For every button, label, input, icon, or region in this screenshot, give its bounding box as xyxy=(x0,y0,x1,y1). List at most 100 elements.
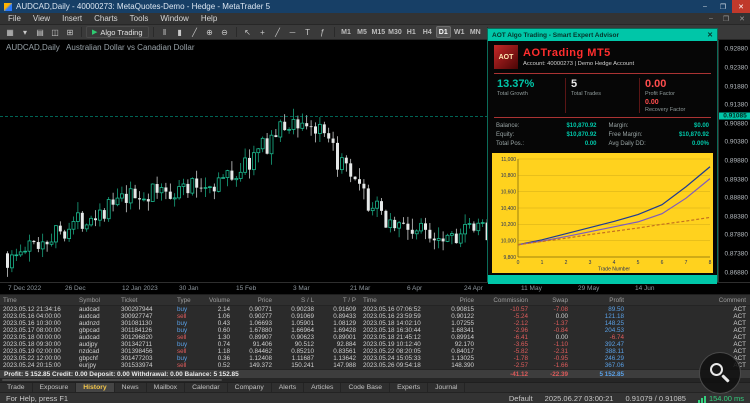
column-header-price[interactable]: Price xyxy=(436,297,478,304)
cell-volume: 0.60 xyxy=(217,327,230,334)
table-row[interactable]: 2023.05.19 02:00:00 nzdcad 301398456 sell 1.… xyxy=(0,348,750,355)
cursor-icon[interactable]: ↖ xyxy=(241,26,255,38)
column-header-ticket[interactable]: Ticket xyxy=(118,297,174,304)
column-header-profit[interactable]: Profit xyxy=(572,297,628,304)
tab-exposure[interactable]: Exposure xyxy=(33,383,77,392)
tab-news[interactable]: News xyxy=(115,383,147,392)
menu-item-window[interactable]: Window xyxy=(154,13,194,24)
table-row[interactable]: 2023.05.18 09:30:00 audjpy 301342711 buy 0.7… xyxy=(0,341,750,348)
tab-articles[interactable]: Articles xyxy=(304,383,342,392)
crosshair-icon[interactable]: + xyxy=(256,26,270,38)
column-header-tp[interactable]: T / P xyxy=(318,297,360,304)
table-row[interactable]: 2023.05.18 00:00:00 audcad 301296820 sell 1.… xyxy=(0,334,750,341)
tab-history[interactable]: History xyxy=(76,383,115,392)
timeframe-m5[interactable]: M5 xyxy=(355,26,370,38)
column-header-commission[interactable]: Commission xyxy=(478,297,532,304)
column-header-volume[interactable]: Volume xyxy=(200,297,234,304)
navigator-toggle-icon[interactable]: ⊞ xyxy=(63,26,77,38)
svg-text:8: 8 xyxy=(709,260,712,266)
tab-experts[interactable]: Experts xyxy=(390,383,429,392)
line-chart-icon[interactable]: ╱ xyxy=(188,26,202,38)
ea-panel-header[interactable]: AOT Algo Trading - Smart Expert Advisor … xyxy=(488,29,717,41)
timeframe-m15[interactable]: M15 xyxy=(371,26,387,38)
candle-chart-icon[interactable]: ▮ xyxy=(173,26,187,38)
window-maximize-button[interactable]: ❐ xyxy=(714,0,732,13)
column-header-sl[interactable]: S / L xyxy=(276,297,318,304)
timeframe-m1[interactable]: M1 xyxy=(339,26,354,38)
tab-company[interactable]: Company xyxy=(228,383,272,392)
table-row[interactable]: 2023.05.22 12:00:00 gbpchf 301477203 buy 0.3… xyxy=(0,355,750,362)
table-row[interactable]: 2023.05.17 08:00:00 gbpcad 301184126 buy 0.6… xyxy=(0,327,750,334)
window-close-button[interactable]: ✕ xyxy=(732,0,750,13)
column-header-price[interactable]: Price xyxy=(234,297,276,304)
timeframe-h1[interactable]: H1 xyxy=(404,26,419,38)
chart-close-button[interactable]: ✕ xyxy=(734,15,750,23)
cell-swap: -1.37 xyxy=(553,320,568,327)
table-row[interactable]: 2023.05.16 10:30:00 audnzd 301081130 buy 0.4… xyxy=(0,320,750,327)
ea-info-label: Free Margin: xyxy=(608,132,643,138)
tab-journal[interactable]: Journal xyxy=(428,383,466,392)
toolbox-toggle-icon[interactable]: ◫ xyxy=(48,26,62,38)
bar-chart-icon[interactable]: ǁ xyxy=(158,26,172,38)
column-header-symbol[interactable]: Symbol xyxy=(76,297,118,304)
algo-trading-button[interactable]: ▶ Algo Trading xyxy=(86,26,149,38)
price-scale[interactable]: 0.92880 0.92380 0.91880 0.91380 0.90880 0.903… xyxy=(718,40,750,282)
tab-calendar[interactable]: Calendar xyxy=(185,383,228,392)
ea-footer-bar xyxy=(488,275,717,284)
tab-alerts[interactable]: Alerts xyxy=(272,383,305,392)
timeframe-mn[interactable]: MN xyxy=(468,26,483,38)
ea-stat-extra-value: 0.00 xyxy=(645,99,659,106)
horizontal-line-icon[interactable]: ─ xyxy=(286,26,300,38)
zoom-in-icon[interactable]: ⊕ xyxy=(203,26,217,38)
column-header-comment[interactable]: Comment xyxy=(628,297,750,304)
menu-item-view[interactable]: View xyxy=(27,13,56,24)
menu-item-tools[interactable]: Tools xyxy=(124,13,155,24)
text-label-icon[interactable]: T xyxy=(301,26,315,38)
svg-text:10,000: 10,000 xyxy=(501,238,517,244)
chart-dropdown-icon[interactable]: ▾ xyxy=(18,26,32,38)
trendline-icon[interactable]: ╱ xyxy=(271,26,285,38)
timeframe-w1[interactable]: W1 xyxy=(452,26,467,38)
zoom-overlay-button[interactable] xyxy=(699,352,741,394)
fibonacci-icon[interactable]: ƒ xyxy=(316,26,330,38)
profiles-icon[interactable]: ▤ xyxy=(33,26,47,38)
column-header-swap[interactable]: Swap xyxy=(532,297,572,304)
cell-type: buy xyxy=(177,355,188,362)
column-header-time[interactable]: Time xyxy=(360,297,436,304)
ea-stat-value: 5 xyxy=(571,78,578,90)
menu-item-insert[interactable]: Insert xyxy=(56,13,88,24)
svg-text:10,600: 10,600 xyxy=(501,189,517,195)
cell-commission: -2.12 xyxy=(513,320,528,327)
new-chart-icon[interactable]: ▦ xyxy=(3,26,17,38)
cell-tp: 0.91609 xyxy=(333,306,356,313)
time-axis-label: 14 Jun xyxy=(635,285,655,292)
history-table-header[interactable]: Time Symbol Ticket Type Volume Price S / LT / … xyxy=(0,295,750,306)
column-header-time[interactable]: Time xyxy=(0,297,76,304)
scrollbar-thumb[interactable] xyxy=(2,379,222,381)
menu-item-help[interactable]: Help xyxy=(195,13,223,24)
status-connection[interactable]: 154.00 ms xyxy=(697,394,744,403)
status-profile[interactable]: Default xyxy=(509,394,533,403)
menu-item-file[interactable]: File xyxy=(2,13,27,24)
tab-mailbox[interactable]: Mailbox xyxy=(147,383,186,392)
tab-trade[interactable]: Trade xyxy=(0,383,33,392)
chart-maximize-button[interactable]: ❐ xyxy=(718,15,734,23)
menu-item-charts[interactable]: Charts xyxy=(88,13,124,24)
cell-symbol: audcad xyxy=(79,306,100,313)
cell-comment: ACT xyxy=(733,320,746,327)
window-minimize-button[interactable]: – xyxy=(696,0,714,13)
cell-symbol: eurjpy xyxy=(79,362,97,369)
tab-code-base[interactable]: Code Base xyxy=(341,383,391,392)
ea-close-icon[interactable]: ✕ xyxy=(707,31,713,39)
timeframe-h4[interactable]: H4 xyxy=(420,26,435,38)
column-header-type[interactable]: Type xyxy=(174,297,200,304)
zoom-out-icon[interactable]: ⊖ xyxy=(218,26,232,38)
table-row[interactable]: 2023.05.12 21:34:16 audcad 300297944 buy 2.1… xyxy=(0,306,750,313)
timeframe-m30[interactable]: M30 xyxy=(387,26,403,38)
table-row[interactable]: 2023.05.24 20:15:00 eurjpy 301533974 sell 0.… xyxy=(0,362,750,369)
cell-tp: 0.89001 xyxy=(333,334,356,341)
cell-commission: -2.96 xyxy=(513,327,528,334)
chart-minimize-button[interactable]: – xyxy=(704,15,718,23)
table-row[interactable]: 2023.05.16 04:00:00 audcad 300927747 sell 1.… xyxy=(0,313,750,320)
timeframe-d1[interactable]: D1 xyxy=(435,26,451,38)
